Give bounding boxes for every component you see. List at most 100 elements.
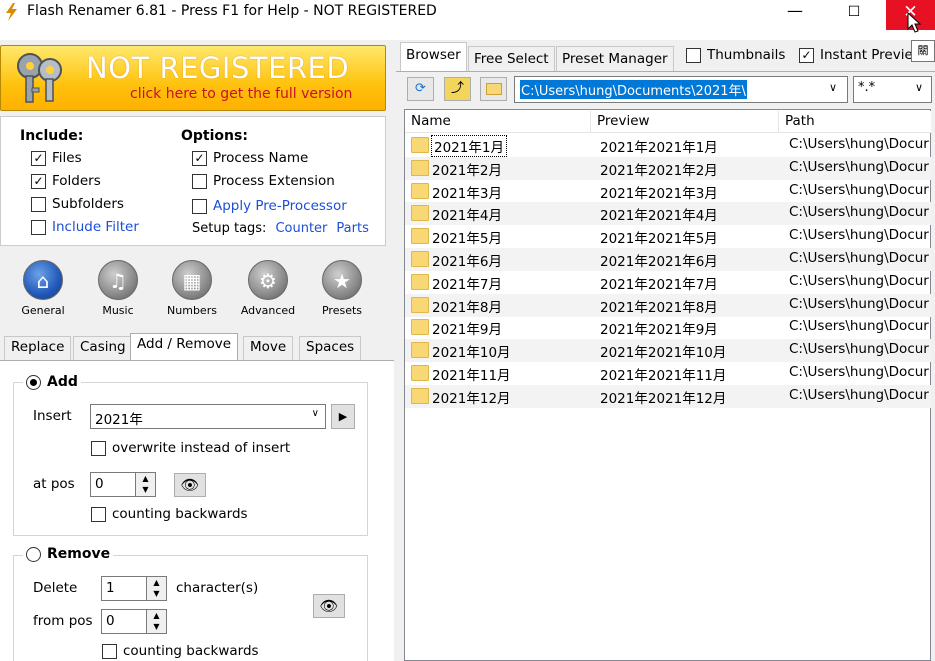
maximize-button[interactable]: ☐	[831, 0, 877, 24]
tab-replace[interactable]: Replace	[4, 336, 72, 360]
table-row[interactable]: 2021年12月 2021年2021年12月 C:\Users\hung\Docur	[405, 384, 931, 408]
process-name-label: Process Name	[213, 150, 309, 166]
banner-subtitle[interactable]: click here to get the full version	[130, 86, 352, 102]
minimize-button[interactable]: —	[772, 0, 818, 24]
chevron-down-icon[interactable]: ∨	[829, 81, 837, 94]
checkbox[interactable]: ✓	[31, 173, 46, 189]
chevron-down-icon: ∨	[311, 408, 319, 419]
include-filter-link[interactable]: Include Filter	[52, 219, 139, 235]
add-counting-backwards-checkbox[interactable]: counting backwards	[91, 506, 248, 522]
setup-tags-row: Setup tags: Counter Parts	[192, 221, 369, 236]
table-row[interactable]: 2021年9月 2021年2021年9月 C:\Users\hung\Docur	[405, 316, 931, 339]
table-row[interactable]: 2021年7月 2021年2021年7月 C:\Users\hung\Docur	[405, 271, 931, 294]
overwrite-checkbox[interactable]: overwrite instead of insert	[91, 440, 290, 456]
include-files-label: Files	[52, 150, 82, 166]
delete-label: Delete	[33, 580, 78, 596]
checkbox[interactable]	[102, 643, 117, 659]
folder-icon	[411, 159, 429, 176]
tab-spaces[interactable]: Spaces	[299, 336, 362, 360]
checkbox[interactable]	[192, 173, 207, 189]
remove-counting-backwards-checkbox[interactable]: counting backwards	[102, 643, 259, 659]
checkbox[interactable]	[192, 198, 207, 214]
chevron-down-icon[interactable]: ∨	[915, 81, 923, 94]
table-row[interactable]: 2021年5月 2021年2021年5月 C:\Users\hung\Docur	[405, 225, 931, 248]
browse-folder-icon[interactable]	[480, 77, 507, 101]
table-row[interactable]: 2021年8月 2021年2021年8月 C:\Users\hung\Docur	[405, 293, 931, 317]
file-preview: 2021年2021年1月	[600, 140, 718, 156]
eye-icon: 👁	[319, 597, 339, 615]
checkbox[interactable]	[686, 47, 701, 63]
tab-add-remove[interactable]: Add / Remove	[130, 333, 239, 360]
category-music[interactable]: ♫ Music	[88, 260, 148, 317]
file-preview: 2021年2021年11月	[600, 368, 727, 384]
remove-eye-preview-button[interactable]: 👁	[313, 594, 345, 618]
process-name-checkbox[interactable]: ✓ Process Name	[192, 150, 308, 166]
keys-icon	[17, 53, 62, 103]
file-path: C:\Users\hung\Docur	[789, 386, 929, 403]
table-row[interactable]: 2021年1月 2021年2021年1月 C:\Users\hung\Docur	[405, 134, 931, 157]
checkbox[interactable]: ✓	[799, 47, 814, 63]
tab-free-select[interactable]: Free Select	[468, 46, 555, 72]
category-advanced[interactable]: ⚙ Advanced	[238, 260, 298, 317]
folder-icon	[411, 182, 429, 199]
parts-link[interactable]: Parts	[336, 221, 368, 236]
file-name: 2021年7月	[432, 276, 502, 293]
category-general[interactable]: ⌂ General	[13, 260, 73, 317]
insert-tag-button[interactable]: ▶	[331, 404, 355, 429]
column-name[interactable]: Name	[405, 111, 591, 133]
remove-radio[interactable]: Remove	[23, 546, 114, 562]
tab-browser[interactable]: Browser	[400, 42, 467, 72]
eye-preview-button[interactable]: 👁	[174, 473, 206, 497]
from-pos-input[interactable]: 0	[101, 609, 147, 634]
insert-combobox[interactable]: 2021年 ∨	[90, 404, 326, 429]
file-name: 2021年8月	[432, 299, 502, 316]
table-row[interactable]: 2021年10月 2021年2021年10月 C:\Users\hung\Docur	[405, 339, 931, 363]
tab-move[interactable]: Move	[243, 336, 294, 360]
file-path: C:\Users\hung\Docur	[789, 364, 929, 380]
path-value[interactable]: C:\Users\hung\Documents\2021年\	[520, 80, 747, 99]
at-pos-spinner[interactable]: ▲ ▼	[136, 472, 156, 497]
checkbox[interactable]	[31, 196, 46, 212]
table-row[interactable]: 2021年6月 2021年2021年6月 C:\Users\hung\Docur	[405, 248, 931, 271]
category-presets[interactable]: ★ Presets	[312, 260, 372, 317]
tab-casing[interactable]: Casing	[73, 336, 133, 360]
preprocessor-link[interactable]: Apply Pre-Processor	[213, 198, 347, 214]
at-pos-input[interactable]: 0	[90, 472, 136, 497]
radio-button[interactable]	[26, 546, 41, 562]
column-preview[interactable]: Preview	[591, 111, 779, 133]
include-files-checkbox[interactable]: ✓ Files	[31, 150, 82, 166]
include-subfolders-checkbox[interactable]: Subfolders	[31, 196, 124, 212]
table-row[interactable]: 2021年4月 2021年2021年4月 C:\Users\hung\Docur	[405, 202, 931, 226]
process-extension-checkbox[interactable]: Process Extension	[192, 173, 335, 189]
checkbox[interactable]	[31, 219, 46, 235]
setup-tags-label: Setup tags:	[192, 221, 267, 236]
counter-link[interactable]: Counter	[275, 221, 327, 236]
checkbox[interactable]: ✓	[31, 150, 46, 166]
include-filter-checkbox[interactable]: Include Filter	[31, 219, 139, 235]
checkbox[interactable]: ✓	[192, 150, 207, 166]
table-row[interactable]: 2021年2月 2021年2021年2月 C:\Users\hung\Docur	[405, 156, 931, 180]
delete-count-input[interactable]: 1	[101, 576, 147, 601]
refresh-icon[interactable]: ⟳	[407, 77, 434, 101]
category-numbers[interactable]: ▦ Numbers	[162, 260, 222, 317]
thumbnails-checkbox[interactable]: Thumbnails	[686, 47, 785, 63]
tab-preset-manager[interactable]: Preset Manager	[556, 46, 674, 72]
checkbox[interactable]	[91, 506, 106, 522]
checkbox[interactable]	[91, 440, 106, 456]
add-radio[interactable]: Add	[23, 374, 81, 390]
add-label: Add	[47, 374, 78, 390]
column-path[interactable]: Path	[779, 111, 931, 133]
radio-button[interactable]	[26, 374, 41, 390]
characters-label: character(s)	[176, 580, 259, 596]
music-icon: ♫	[98, 260, 138, 300]
table-row[interactable]: 2021年11月 2021年2021年11月 C:\Users\hung\Docur	[405, 362, 931, 385]
file-name: 2021年12月	[432, 390, 511, 407]
folder-up-icon[interactable]: ⤴	[444, 77, 471, 101]
include-folders-checkbox[interactable]: ✓ Folders	[31, 173, 101, 189]
table-row[interactable]: 2021年3月 2021年2021年3月 C:\Users\hung\Docur	[405, 180, 931, 203]
folder-icon	[411, 387, 429, 404]
preprocessor-checkbox[interactable]: Apply Pre-Processor	[192, 198, 347, 214]
delete-count-spinner[interactable]: ▲ ▼	[147, 576, 167, 601]
from-pos-spinner[interactable]: ▲ ▼	[147, 609, 167, 634]
counting-backwards-label: counting backwards	[112, 506, 248, 522]
